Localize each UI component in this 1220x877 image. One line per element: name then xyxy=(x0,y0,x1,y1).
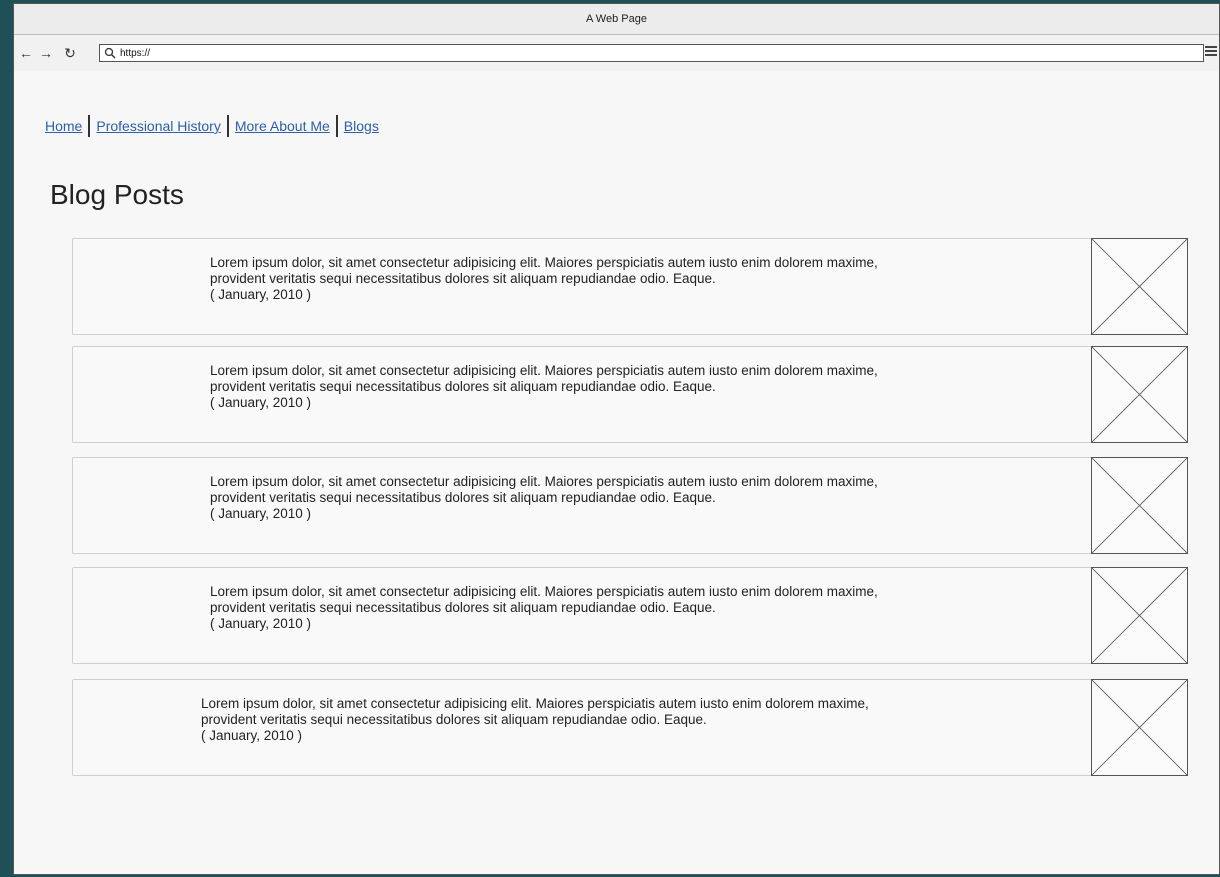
page-title: Blog Posts xyxy=(50,179,184,210)
nav-link-blogs[interactable]: Blogs xyxy=(344,118,379,134)
image-placeholder xyxy=(1091,457,1188,554)
reload-icon[interactable]: ↻ xyxy=(62,45,78,62)
blog-post-card[interactable]: Lorem ipsum dolor, sit amet consectetur … xyxy=(72,346,1188,443)
blog-post-date: ( January, 2010 ) xyxy=(210,287,312,302)
blog-post-excerpt-line: provident veritatis sequi necessitatibus… xyxy=(210,600,716,615)
window-title: A Web Page xyxy=(586,13,647,25)
blog-post-card[interactable]: Lorem ipsum dolor, sit amet consectetur … xyxy=(72,567,1188,664)
blog-post-excerpt-line: Lorem ipsum dolor, sit amet consectetur … xyxy=(201,696,869,711)
blog-post-excerpt-line: Lorem ipsum dolor, sit amet consectetur … xyxy=(210,363,878,378)
image-placeholder xyxy=(1091,679,1188,776)
search-icon xyxy=(104,47,116,59)
address-url: https:// xyxy=(120,47,151,59)
top-navigation: Home Professional History More About Me … xyxy=(45,115,379,137)
blog-post-excerpt-line: provident veritatis sequi necessitatibus… xyxy=(201,712,707,727)
arrow-left-icon[interactable]: ← xyxy=(18,45,34,61)
blog-post-excerpt-line: provident veritatis sequi necessitatibus… xyxy=(210,271,716,286)
blog-post-date: ( January, 2010 ) xyxy=(210,395,312,410)
blog-post-excerpt-line: Lorem ipsum dolor, sit amet consectetur … xyxy=(210,474,878,489)
blog-post-excerpt-line: Lorem ipsum dolor, sit amet consectetur … xyxy=(210,255,878,270)
hamburger-menu-icon[interactable] xyxy=(1205,46,1217,58)
nav-separator xyxy=(226,115,229,137)
blog-post-text: Lorem ipsum dolor, sit amet consectetur … xyxy=(210,255,1040,303)
image-placeholder xyxy=(1091,346,1188,443)
blog-post-card[interactable]: Lorem ipsum dolor, sit amet consectetur … xyxy=(72,679,1188,776)
window-titlebar: A Web Page xyxy=(14,4,1219,35)
blog-post-text: Lorem ipsum dolor, sit amet consectetur … xyxy=(201,696,1031,744)
blog-post-date: ( January, 2010 ) xyxy=(210,506,312,521)
page-content: Home Professional History More About Me … xyxy=(14,71,1219,874)
blog-post-date: ( January, 2010 ) xyxy=(210,616,312,631)
arrow-right-icon[interactable]: → xyxy=(38,45,54,61)
browser-window: A Web Page ← → ↻ https:// Home Professio… xyxy=(13,3,1220,875)
nav-separator xyxy=(335,115,338,137)
blog-post-text: Lorem ipsum dolor, sit amet consectetur … xyxy=(210,584,1040,632)
nav-link-professional-history[interactable]: Professional History xyxy=(96,118,221,134)
blog-post-card[interactable]: Lorem ipsum dolor, sit amet consectetur … xyxy=(72,238,1188,335)
address-bar[interactable]: https:// xyxy=(99,44,1204,62)
blog-post-date: ( January, 2010 ) xyxy=(201,728,303,743)
image-placeholder xyxy=(1091,567,1188,664)
blog-post-excerpt-line: provident veritatis sequi necessitatibus… xyxy=(210,379,716,394)
image-placeholder xyxy=(1091,238,1188,335)
blog-post-text: Lorem ipsum dolor, sit amet consectetur … xyxy=(210,363,1040,411)
browser-toolbar: ← → ↻ https:// xyxy=(14,35,1219,72)
nav-separator xyxy=(88,115,91,137)
blog-post-excerpt-line: Lorem ipsum dolor, sit amet consectetur … xyxy=(210,584,878,599)
nav-link-home[interactable]: Home xyxy=(45,118,82,134)
blog-post-card[interactable]: Lorem ipsum dolor, sit amet consectetur … xyxy=(72,457,1188,554)
nav-link-more-about-me[interactable]: More About Me xyxy=(235,118,330,134)
blog-post-text: Lorem ipsum dolor, sit amet consectetur … xyxy=(210,474,1040,522)
blog-post-excerpt-line: provident veritatis sequi necessitatibus… xyxy=(210,490,716,505)
